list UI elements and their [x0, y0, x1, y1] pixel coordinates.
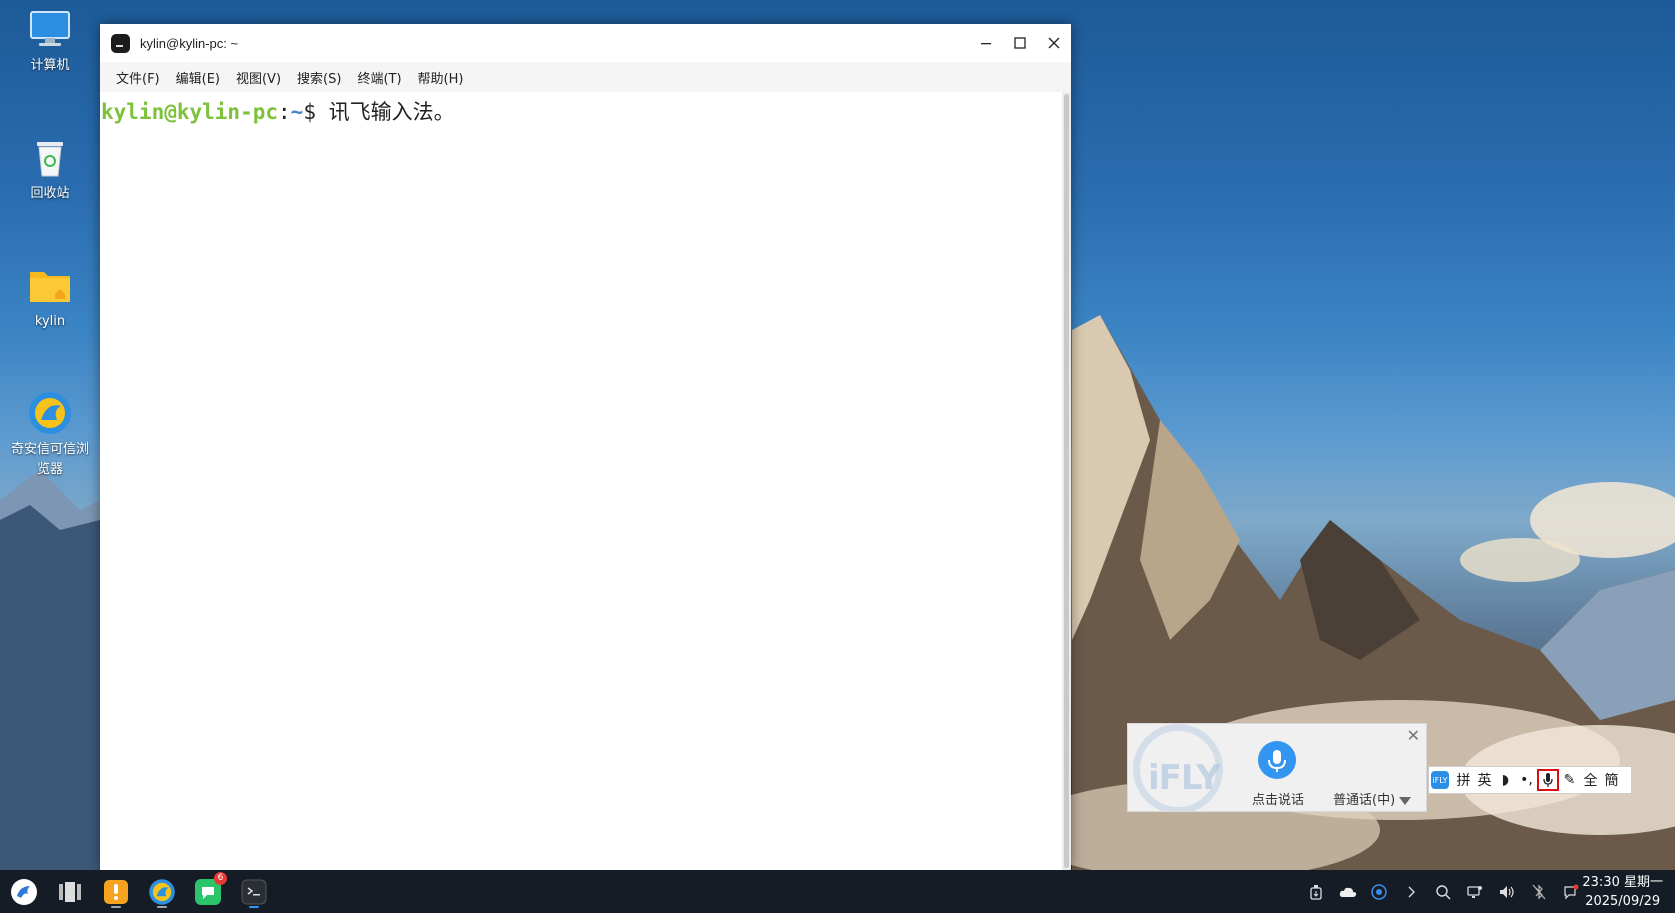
prompt-colon: :	[278, 100, 291, 124]
multitask-icon	[59, 882, 81, 902]
close-button[interactable]	[1037, 24, 1071, 62]
menu-file[interactable]: 文件(F)	[108, 68, 168, 87]
running-indicator	[111, 906, 121, 908]
menu-edit[interactable]: 编辑(E)	[168, 68, 228, 87]
window-titlebar[interactable]: kylin@kylin-pc: ~	[100, 24, 1071, 62]
terminal-app-icon	[111, 33, 130, 53]
close-icon	[1048, 37, 1060, 49]
taskbar-app-browser[interactable]	[145, 875, 179, 909]
bluetooth-off-icon[interactable]	[1528, 881, 1550, 903]
notes-app-icon	[104, 880, 128, 904]
taskbar-app-notes[interactable]	[99, 875, 133, 909]
taskbar-clock[interactable]: 23:30 星期一 2025/09/29	[1582, 873, 1663, 911]
window-title: kylin@kylin-pc: ~	[140, 35, 239, 51]
prompt-user-host: kylin@kylin-pc	[101, 100, 279, 124]
browser-icon	[27, 390, 73, 436]
network-icon[interactable]	[1464, 881, 1486, 903]
active-indicator	[249, 906, 259, 908]
ime-pinyin-mode[interactable]: 拼	[1453, 769, 1474, 791]
command-input: 讯飞输入法。	[328, 100, 455, 124]
taskbar-app-terminal[interactable]	[237, 875, 271, 909]
menu-search[interactable]: 搜索(S)	[289, 68, 349, 87]
notification-center-icon[interactable]	[1560, 881, 1582, 903]
ime-voice-mic-icon[interactable]	[1537, 769, 1559, 791]
maximize-icon	[1014, 37, 1026, 49]
voice-mic-button[interactable]	[1258, 741, 1296, 779]
clock-date: 2025/09/29	[1585, 894, 1661, 909]
ifly-tray-icon[interactable]	[1368, 881, 1390, 903]
ifly-logo: iFLY	[1148, 758, 1221, 798]
ime-fullwidth-toggle[interactable]: 全	[1580, 769, 1601, 791]
ime-english-mode[interactable]: 英	[1474, 769, 1495, 791]
recycle-bin-icon	[27, 134, 73, 180]
desktop-icon-label: kylin	[34, 314, 66, 329]
kylin-logo-icon	[11, 879, 37, 905]
desktop-icon-browser[interactable]: 奇安信可信浏览器	[5, 390, 95, 480]
tray-expand-chevron-icon[interactable]	[1400, 881, 1422, 903]
ime-toolbar: iFLY 拼 英 ◗ •, ✎ 全 簡	[1428, 766, 1632, 794]
clock-time: 23:30 星期一	[1582, 875, 1663, 890]
usb-device-icon[interactable]	[1305, 881, 1327, 903]
search-icon[interactable]	[1432, 881, 1454, 903]
menu-terminal[interactable]: 终端(T)	[349, 68, 409, 87]
dropdown-arrow-icon	[1399, 796, 1412, 805]
minimize-button[interactable]	[969, 24, 1003, 62]
ime-punctuation-icon[interactable]: •,	[1516, 769, 1537, 791]
prompt-path: ~	[290, 100, 304, 124]
menubar: 文件(F) 编辑(E) 视图(V) 搜索(S) 终端(T) 帮助(H)	[100, 62, 1071, 92]
computer-icon	[27, 6, 73, 52]
prompt-symbol: $	[303, 100, 329, 124]
menu-view[interactable]: 视图(V)	[228, 68, 289, 87]
desktop-icon-label: 奇安信可信浏览器	[10, 442, 89, 477]
click-to-speak-label[interactable]: 点击说话	[1252, 789, 1304, 808]
ifly-close-button[interactable]: ✕	[1407, 726, 1420, 745]
terminal-window: kylin@kylin-pc: ~ 文件(F) 编辑(E) 视图(V) 搜索(S…	[100, 24, 1071, 870]
terminal-output[interactable]: kylin@kylin-pc:~$ 讯飞输入法。	[100, 92, 1062, 870]
desktop-icon-label: 回收站	[30, 186, 70, 201]
terminal-app-icon	[241, 879, 267, 905]
menu-help[interactable]: 帮助(H)	[410, 68, 472, 87]
browser-icon	[149, 879, 175, 905]
microphone-icon	[1268, 750, 1286, 772]
ime-handwriting-icon[interactable]: ✎	[1559, 769, 1580, 791]
ime-halfwidth-moon-icon[interactable]: ◗	[1495, 769, 1516, 791]
cloud-sync-icon[interactable]	[1337, 881, 1359, 903]
desktop-icon-computer[interactable]: 计算机	[5, 6, 95, 76]
ime-logo-icon[interactable]: iFLY	[1431, 771, 1449, 789]
notification-badge: 6	[214, 872, 227, 885]
desktop-icon-trash[interactable]: 回收站	[5, 134, 95, 204]
ime-simplified-toggle[interactable]: 簡	[1601, 769, 1622, 791]
start-menu-button[interactable]	[7, 875, 41, 909]
minimize-icon	[981, 43, 991, 45]
multitask-view-button[interactable]	[53, 875, 87, 909]
volume-icon[interactable]	[1496, 881, 1518, 903]
ifly-voice-panel: iFLY ✕ 点击说话 普通话(中)	[1127, 723, 1427, 812]
folder-icon	[27, 262, 73, 308]
taskbar-app-messenger[interactable]: 6	[191, 872, 227, 909]
running-indicator	[157, 906, 167, 908]
language-value: 普通话(中)	[1333, 793, 1396, 808]
taskbar: 6 23:30 星期一 2025/09/29	[0, 870, 1675, 913]
scrollbar-thumb[interactable]	[1064, 94, 1069, 868]
terminal-scrollbar[interactable]	[1062, 92, 1071, 870]
desktop-icon-home-folder[interactable]: kylin	[5, 262, 95, 332]
language-selector[interactable]: 普通话(中)	[1333, 789, 1412, 808]
desktop-icon-label: 计算机	[30, 58, 70, 73]
maximize-button[interactable]	[1003, 24, 1037, 62]
